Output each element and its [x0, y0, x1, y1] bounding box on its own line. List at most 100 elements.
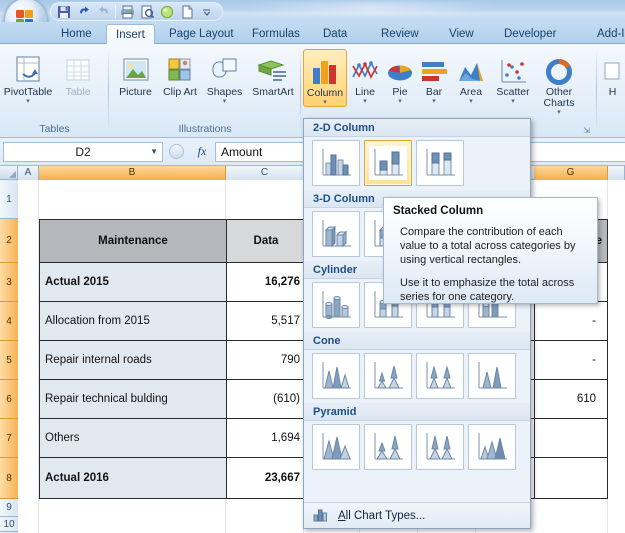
print-icon[interactable]	[118, 3, 136, 20]
formula-bar-buttons[interactable]	[163, 144, 189, 159]
tab-review[interactable]: Review	[372, 24, 428, 44]
cell-c7[interactable]: 1,694	[227, 419, 305, 457]
gallery-item-100-stacked-cone[interactable]	[416, 353, 464, 399]
select-all-button[interactable]	[0, 166, 18, 180]
cell-b8[interactable]: Actual 2016	[40, 458, 226, 498]
save-icon[interactable]	[55, 3, 73, 20]
gallery-row-pyramid[interactable]	[304, 421, 530, 474]
cell-c6[interactable]: (610)	[227, 380, 305, 418]
ribbon-tab-strip[interactable]: Home Insert Page Layout Formulas Data Re…	[0, 22, 625, 46]
line-chart-button[interactable]: Line ▾	[347, 49, 383, 105]
chevron-down-icon[interactable]: ▾	[26, 98, 30, 105]
cell-g5[interactable]: -	[535, 341, 601, 379]
cell-b7[interactable]: Others	[40, 419, 226, 457]
all-chart-types-button[interactable]: All Chart Types...	[304, 502, 530, 528]
row-header-column[interactable]: 1 2 3 4 5 6 7 8 9 10 11	[0, 180, 18, 533]
column-header-b[interactable]: B	[39, 166, 226, 180]
chevron-down-icon[interactable]: ▾	[557, 109, 561, 116]
tab-data[interactable]: Data	[314, 24, 356, 44]
row-header-1[interactable]: 1	[0, 180, 18, 219]
row-header-7[interactable]: 7	[0, 419, 18, 458]
tab-page-layout[interactable]: Page Layout	[160, 24, 243, 44]
cell-b3[interactable]: Actual 2015	[40, 263, 226, 301]
cell-c3[interactable]: 16,276	[227, 263, 305, 301]
row-header-9[interactable]: 9	[0, 499, 18, 517]
table-button[interactable]: Table	[54, 49, 102, 98]
gallery-item-stacked-cone[interactable]	[364, 353, 412, 399]
chevron-down-icon[interactable]: ▾	[432, 98, 436, 105]
hyperlink-button[interactable]: H	[601, 49, 625, 98]
tab-developer[interactable]: Developer	[495, 24, 565, 44]
chevron-down-icon[interactable]: ▾	[323, 99, 327, 106]
charts-dialog-launcher[interactable]: ⇲	[583, 126, 590, 135]
undo-icon[interactable]	[75, 3, 93, 20]
chevron-down-icon[interactable]: ▾	[363, 98, 367, 105]
gallery-row-cone[interactable]	[304, 350, 530, 403]
bar-chart-button[interactable]: Bar ▾	[417, 49, 451, 105]
row-header-6[interactable]: 6	[0, 380, 18, 419]
row-header-10[interactable]: 10	[0, 517, 18, 532]
insert-function-icon[interactable]: fx	[189, 144, 215, 159]
pivottable-button[interactable]: PivotTable ▾	[2, 49, 54, 105]
gallery-item-100-stacked-pyramid[interactable]	[416, 424, 464, 470]
cell-b6[interactable]: Repair technical bulding	[40, 380, 226, 418]
gallery-item-3d-pyramid[interactable]	[468, 424, 516, 470]
row-header-3[interactable]: 3	[0, 263, 18, 302]
gallery-item-clustered-column[interactable]	[312, 140, 360, 186]
cancel-enter-icon[interactable]	[168, 144, 184, 159]
gallery-item-clustered-cone[interactable]	[312, 353, 360, 399]
chevron-down-icon[interactable]: ▾	[223, 98, 227, 105]
tab-insert[interactable]: Insert	[106, 24, 155, 46]
cell-c4[interactable]: 5,517	[227, 302, 305, 340]
redo-icon[interactable]	[95, 3, 113, 20]
other-charts-button[interactable]: Other Charts ▾	[535, 49, 583, 116]
row-header-4[interactable]: 4	[0, 302, 18, 341]
tab-formulas[interactable]: Formulas	[243, 24, 309, 44]
chevron-down-icon[interactable]	[198, 3, 216, 20]
column-chart-button[interactable]: Column ▾	[303, 49, 347, 107]
shapes-button[interactable]: Shapes ▾	[201, 49, 248, 105]
chevron-down-icon[interactable]: ▾	[398, 98, 402, 105]
pie-chart-button[interactable]: Pie ▾	[383, 49, 417, 105]
quick-access-toolbar[interactable]	[50, 2, 223, 21]
print-preview-icon[interactable]	[138, 3, 156, 20]
chevron-down-icon[interactable]: ▼	[150, 147, 158, 156]
tab-add-ins[interactable]: Add-I	[588, 24, 625, 44]
column-header-h[interactable]	[608, 166, 625, 180]
row-header-8[interactable]: 8	[0, 458, 18, 499]
cell-g6[interactable]: 610	[535, 380, 601, 418]
chevron-down-icon[interactable]: ▾	[511, 98, 515, 105]
column-header-c[interactable]: C	[226, 166, 304, 180]
row-header-5[interactable]: 5	[0, 341, 18, 380]
row-header-2[interactable]: 2	[0, 219, 18, 263]
picture-button[interactable]: Picture	[112, 49, 159, 98]
scatter-chart-button[interactable]: Scatter ▾	[491, 49, 535, 105]
gallery-item-3d-clustered-column[interactable]	[312, 211, 360, 257]
chevron-down-icon[interactable]: ▾	[469, 98, 473, 105]
area-chart-button[interactable]: Area ▾	[451, 49, 491, 105]
tab-home[interactable]: Home	[52, 24, 101, 44]
cell-c2[interactable]: Data	[227, 220, 305, 262]
column-header-a[interactable]: A	[18, 166, 39, 180]
name-box[interactable]: D2 ▼	[3, 141, 163, 162]
clip-art-button[interactable]: Clip Art	[159, 49, 201, 98]
gallery-item-3d-cone[interactable]	[468, 353, 516, 399]
cell-g7[interactable]	[535, 419, 601, 457]
cell-b4[interactable]: Allocation from 2015	[40, 302, 226, 340]
tab-view[interactable]: View	[440, 24, 483, 44]
cell-g8[interactable]	[535, 458, 601, 498]
cell-g4[interactable]: -	[535, 302, 601, 340]
cell-c8[interactable]: 23,667	[227, 458, 305, 498]
gallery-item-clustered-pyramid[interactable]	[312, 424, 360, 470]
column-header-g[interactable]: G	[534, 166, 608, 180]
column-chart-gallery[interactable]: 2-D Column 3-D Column Cylinder Cone Pyra…	[303, 118, 531, 529]
gallery-item-100-percent-stacked-column[interactable]	[416, 140, 464, 186]
gallery-row-2d[interactable]	[304, 137, 530, 190]
new-document-icon[interactable]	[178, 3, 196, 20]
cell-b5[interactable]: Repair internal roads	[40, 341, 226, 379]
green-orb-icon[interactable]	[158, 3, 176, 20]
gallery-item-clustered-cylinder[interactable]	[312, 282, 360, 328]
cell-c5[interactable]: 790	[227, 341, 305, 379]
gallery-item-stacked-column[interactable]	[364, 140, 412, 186]
smartart-button[interactable]: SmartArt	[248, 49, 298, 98]
